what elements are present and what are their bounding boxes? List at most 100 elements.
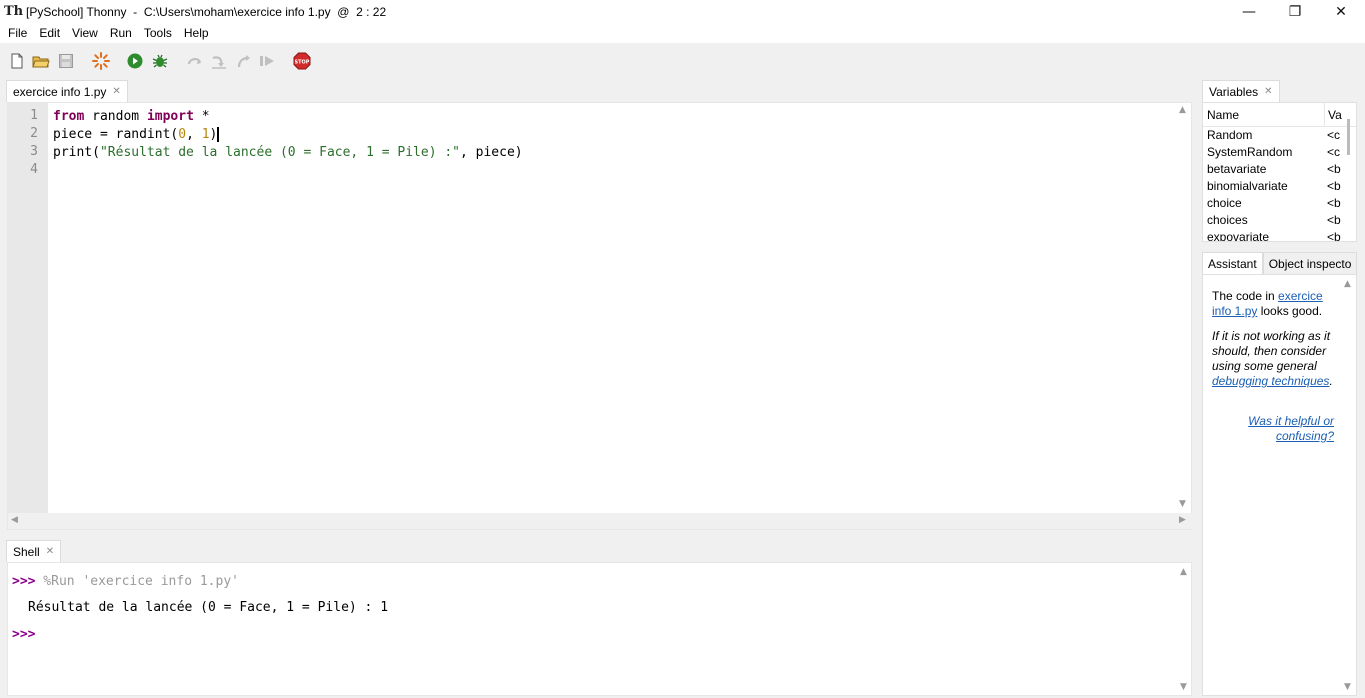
editor-tab-label: exercice info 1.py bbox=[13, 84, 107, 99]
editor-horizontal-scrollbar[interactable]: ◀ ▶ bbox=[8, 513, 1193, 529]
variables-scrollbar-thumb[interactable] bbox=[1347, 119, 1350, 155]
scroll-left-icon[interactable]: ◀ bbox=[11, 515, 18, 525]
title-bar: Th [PySchool] Thonny - C:\Users\moham\ex… bbox=[0, 0, 1365, 23]
variable-row[interactable]: betavariate <b bbox=[1203, 161, 1356, 178]
menu-run[interactable]: Run bbox=[104, 23, 138, 43]
editor-tab[interactable]: exercice info 1.py ✕ bbox=[6, 80, 128, 102]
assistant-hint: If it is not working as it should, then … bbox=[1212, 329, 1334, 389]
shell-input-line[interactable]: >>> bbox=[12, 626, 35, 644]
scroll-right-icon[interactable]: ▶ bbox=[1179, 515, 1186, 525]
keyword: from bbox=[53, 109, 85, 124]
line-number: 1 bbox=[30, 108, 38, 123]
column-header-name[interactable]: Name bbox=[1207, 108, 1239, 122]
close-tab-icon[interactable]: ✕ bbox=[1264, 86, 1272, 97]
debug-icon[interactable] bbox=[151, 52, 169, 70]
scroll-up-icon[interactable]: ▲ bbox=[1344, 279, 1351, 289]
assistant-panel: The code in exercice info 1.py looks goo… bbox=[1202, 274, 1357, 696]
feedback-link[interactable]: Was it helpful or confusing? bbox=[1248, 414, 1334, 443]
run-icon[interactable] bbox=[126, 52, 144, 70]
string-literal: "Résultat de la lancée (0 = Face, 1 = Pi… bbox=[99, 145, 460, 160]
variable-name: binomialvariate bbox=[1207, 179, 1288, 193]
maximize-button[interactable]: ❐ bbox=[1272, 0, 1318, 23]
variable-value: <c bbox=[1327, 128, 1341, 142]
shell-console[interactable]: >>> %Run 'exercice info 1.py' Résultat d… bbox=[7, 562, 1192, 696]
toolbar: STOP bbox=[0, 43, 1365, 79]
tab-assistant[interactable]: Assistant bbox=[1202, 252, 1263, 274]
variable-row[interactable]: choice <b bbox=[1203, 195, 1356, 212]
code-text: * bbox=[193, 109, 210, 124]
thonny-logo-icon: Th bbox=[4, 3, 24, 19]
line-number: 4 bbox=[30, 162, 38, 177]
save-icon[interactable] bbox=[57, 52, 75, 70]
code-area[interactable]: from random import * piece = randint(0, … bbox=[53, 103, 1173, 513]
code-text: ) bbox=[209, 127, 218, 142]
variable-name: choices bbox=[1207, 213, 1248, 227]
svg-text:STOP: STOP bbox=[295, 60, 310, 66]
assistant-text: If it is not working as it should, then … bbox=[1212, 329, 1331, 373]
variables-tabstrip: Variables ✕ bbox=[1202, 80, 1280, 102]
code-line: piece = randint(0, 1) bbox=[53, 126, 220, 144]
debugging-techniques-link[interactable]: debugging techniques bbox=[1212, 374, 1329, 388]
shell-tab-label: Shell bbox=[13, 544, 40, 559]
variable-name: choice bbox=[1207, 196, 1242, 210]
editor-vertical-scrollbar[interactable]: ▲ ▼ bbox=[1177, 103, 1191, 513]
scroll-down-icon[interactable]: ▼ bbox=[1179, 499, 1186, 509]
number-literal: 0 bbox=[178, 127, 187, 142]
shell-prompt: >>> bbox=[12, 574, 36, 589]
step-over-icon[interactable] bbox=[186, 52, 204, 70]
shell-command: %Run 'exercice info 1.py' bbox=[35, 574, 239, 589]
step-out-icon[interactable] bbox=[235, 52, 253, 70]
menu-edit[interactable]: Edit bbox=[33, 23, 66, 43]
menu-tools[interactable]: Tools bbox=[138, 23, 178, 43]
column-header-value[interactable]: Va bbox=[1324, 103, 1342, 127]
assistant-tabstrip: Assistant Object inspecto bbox=[1202, 252, 1357, 274]
close-tab-icon[interactable]: ✕ bbox=[112, 86, 120, 97]
scroll-down-icon[interactable]: ▼ bbox=[1344, 682, 1351, 692]
scroll-down-icon[interactable]: ▼ bbox=[1180, 682, 1187, 692]
variable-value: <b bbox=[1327, 162, 1341, 176]
tab-object-inspector[interactable]: Object inspecto bbox=[1262, 252, 1357, 274]
window-title: [PySchool] Thonny - C:\Users\moham\exerc… bbox=[26, 4, 387, 19]
assistant-text: . bbox=[1329, 374, 1333, 388]
variable-value: <b bbox=[1327, 230, 1341, 242]
line-number: 3 bbox=[30, 144, 38, 159]
stop-icon[interactable]: STOP bbox=[293, 52, 311, 70]
tab-assistant-label: Assistant bbox=[1208, 256, 1257, 271]
minimize-button[interactable]: — bbox=[1226, 0, 1272, 23]
code-text: , piece) bbox=[460, 145, 523, 160]
variable-name: expovariate bbox=[1207, 230, 1270, 242]
open-folder-icon[interactable] bbox=[32, 52, 50, 70]
shell-prompt: >>> bbox=[12, 627, 36, 642]
variable-row[interactable]: Random <c bbox=[1203, 127, 1356, 144]
shell-tabstrip: Shell ✕ bbox=[6, 540, 62, 562]
step-into-icon[interactable] bbox=[210, 52, 228, 70]
variable-name: betavariate bbox=[1207, 162, 1267, 176]
variable-row[interactable]: expovariate <b bbox=[1203, 229, 1356, 242]
menu-file[interactable]: File bbox=[2, 23, 33, 43]
variables-tab[interactable]: Variables ✕ bbox=[1202, 80, 1280, 102]
variable-row[interactable]: binomialvariate <b bbox=[1203, 178, 1356, 195]
assistant-text: The code in bbox=[1212, 289, 1279, 303]
new-file-icon[interactable] bbox=[8, 52, 26, 70]
menu-help[interactable]: Help bbox=[178, 23, 215, 43]
keyword: import bbox=[146, 109, 194, 124]
variable-name: Random bbox=[1207, 128, 1253, 142]
resume-icon[interactable] bbox=[259, 52, 277, 70]
editor-tabstrip: exercice info 1.py ✕ bbox=[6, 80, 128, 102]
scroll-up-icon[interactable]: ▲ bbox=[1180, 567, 1187, 577]
tab-object-inspector-label: Object inspecto bbox=[1268, 256, 1352, 271]
code-text: random bbox=[84, 109, 147, 124]
variable-value: <c bbox=[1327, 145, 1341, 159]
variable-row[interactable]: choices <b bbox=[1203, 212, 1356, 229]
code-line: print("Résultat de la lancée (0 = Face, … bbox=[53, 144, 523, 162]
close-tab-icon[interactable]: ✕ bbox=[46, 546, 54, 557]
variable-row[interactable]: SystemRandom <c bbox=[1203, 144, 1356, 161]
load-plugin-icon[interactable] bbox=[92, 52, 110, 70]
shell-tab[interactable]: Shell ✕ bbox=[6, 540, 62, 562]
code-line: from random import * bbox=[53, 108, 210, 126]
scroll-up-icon[interactable]: ▲ bbox=[1179, 105, 1186, 115]
close-button[interactable]: ✕ bbox=[1318, 0, 1364, 23]
menu-view[interactable]: View bbox=[66, 23, 104, 43]
shell-output: Résultat de la lancée (0 = Face, 1 = Pil… bbox=[28, 600, 389, 615]
code-editor[interactable]: 1 2 3 4 from random import * piece = ran… bbox=[7, 102, 1193, 530]
